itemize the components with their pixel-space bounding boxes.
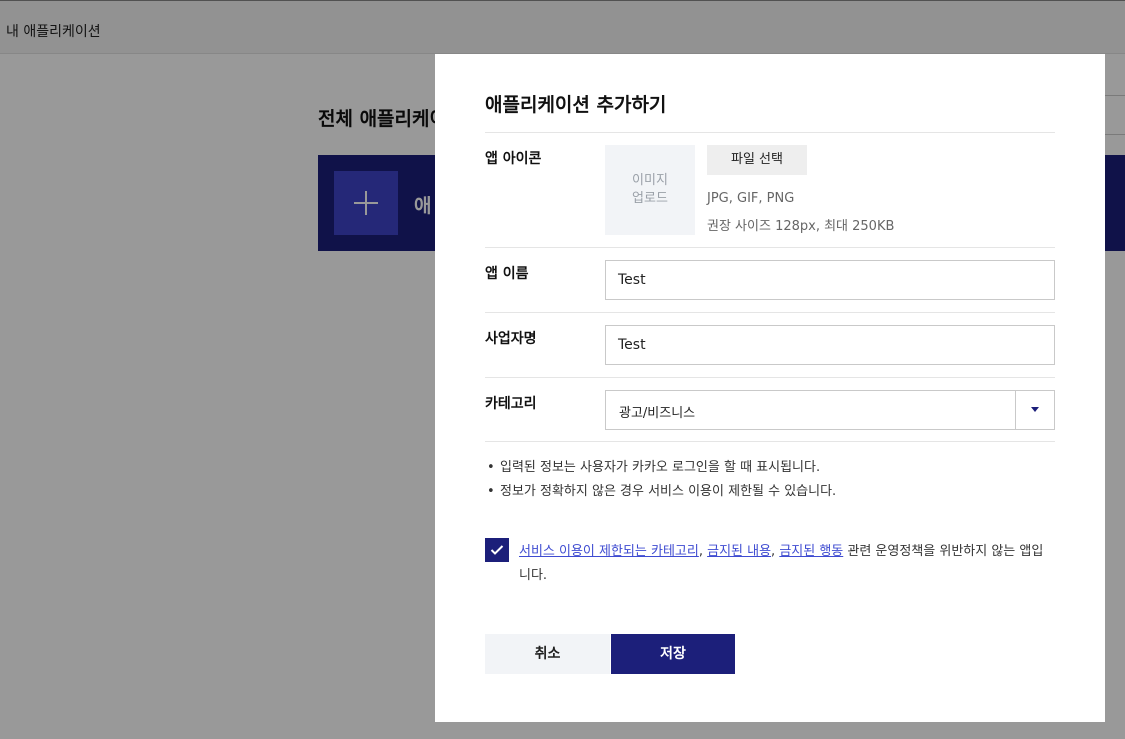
check-icon [490, 545, 504, 555]
app-icon-label: 앱 아이콘 [485, 151, 542, 167]
app-icon-row: 앱 아이콘 이미지 업로드 파일 선택 JPG, GIF, PNG 권장 사이즈… [485, 132, 1055, 247]
policy-agree-checkbox[interactable] [485, 538, 509, 562]
cancel-button[interactable]: 취소 [485, 634, 610, 674]
file-select-button[interactable]: 파일 선택 [707, 145, 807, 175]
note-item: 입력된 정보는 사용자가 카카오 로그인을 할 때 표시됩니다. [485, 456, 836, 480]
caret-down-icon [1031, 407, 1039, 412]
app-name-label: 앱 이름 [485, 266, 529, 282]
company-name-label: 사업자명 [485, 331, 537, 347]
image-upload-text-line2: 업로드 [632, 191, 668, 206]
company-name-row: 사업자명 Test [485, 312, 1055, 377]
info-notes: 입력된 정보는 사용자가 카카오 로그인을 할 때 표시됩니다. 정보가 정확하… [485, 456, 836, 504]
save-button[interactable]: 저장 [611, 634, 735, 674]
category-dropdown-toggle[interactable] [1015, 391, 1054, 429]
modal-title: 애플리케이션 추가하기 [485, 94, 667, 116]
category-select[interactable]: 광고/비즈니스 [605, 390, 1055, 430]
app-name-row: 앱 이름 Test [485, 247, 1055, 312]
file-size-hint: 권장 사이즈 128px, 최대 250KB [707, 219, 895, 234]
image-upload-text-line1: 이미지 [632, 173, 668, 188]
category-selected-value: 광고/비즈니스 [619, 406, 696, 421]
company-name-input[interactable]: Test [605, 325, 1055, 365]
file-format-hint: JPG, GIF, PNG [707, 191, 795, 206]
separator: , [698, 544, 708, 559]
category-row: 카테고리 광고/비즈니스 [485, 377, 1055, 442]
app-name-input[interactable]: Test [605, 260, 1055, 300]
add-app-modal: 애플리케이션 추가하기 앱 아이콘 이미지 업로드 파일 선택 JPG, GIF… [435, 54, 1105, 722]
policy-agree-text: 서비스 이용이 제한되는 카테고리, 금지된 내용, 금지된 행동 관련 운영정… [519, 540, 1049, 588]
prohibited-behavior-link[interactable]: 금지된 행동 [779, 544, 843, 559]
prohibited-content-link[interactable]: 금지된 내용 [707, 544, 771, 559]
image-upload-placeholder[interactable]: 이미지 업로드 [605, 145, 695, 235]
note-item: 정보가 정확하지 않은 경우 서비스 이용이 제한될 수 있습니다. [485, 480, 836, 504]
restricted-category-link[interactable]: 서비스 이용이 제한되는 카테고리 [519, 544, 699, 559]
category-label: 카테고리 [485, 396, 537, 412]
